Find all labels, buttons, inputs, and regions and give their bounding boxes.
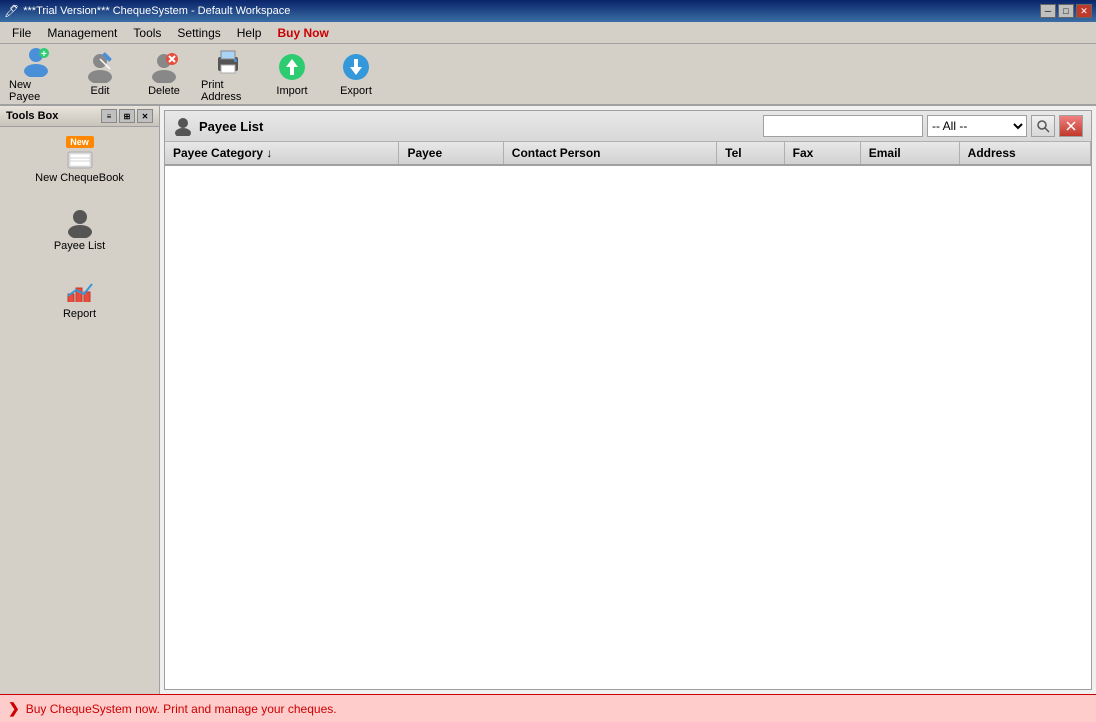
payee-panel-title-text: Payee List [199, 119, 263, 134]
tools-box-close-btn[interactable]: ✕ [137, 109, 153, 123]
print-address-button[interactable]: Print Address [198, 47, 258, 101]
close-button[interactable]: ✕ [1076, 4, 1092, 18]
col-contact-person: Contact Person [503, 142, 716, 165]
edit-icon [84, 51, 116, 83]
status-bar-message: Buy ChequeSystem now. Print and manage y… [26, 702, 337, 716]
report-icon [64, 274, 96, 306]
payee-panel: Payee List -- All -- [164, 110, 1092, 690]
new-chequebook-icon: New [64, 138, 96, 170]
payee-list-label: Payee List [54, 240, 105, 252]
content-area: Payee List -- All -- [160, 106, 1096, 694]
payee-panel-icon [173, 116, 193, 136]
export-icon [340, 51, 372, 83]
import-label: Import [276, 85, 307, 97]
tools-box-grid-btn[interactable]: ⊞ [119, 109, 135, 123]
payee-data-table: Payee Category ↓ Payee Contact Person Te… [165, 142, 1091, 166]
col-payee: Payee [399, 142, 503, 165]
status-bar: ❯ Buy ChequeSystem now. Print and manage… [0, 694, 1096, 722]
new-payee-icon: + [20, 45, 52, 77]
title-bar-controls: ─ □ ✕ [1040, 4, 1092, 18]
search-icon [1036, 119, 1050, 133]
menu-file[interactable]: File [4, 24, 39, 42]
menu-bar: File Management Tools Settings Help Buy … [0, 22, 1096, 44]
delete-icon [148, 51, 180, 83]
payee-panel-header: Payee List -- All -- [165, 111, 1091, 142]
title-bar-text: ***Trial Version*** ChequeSystem - Defau… [23, 5, 290, 17]
toolbar: + New Payee Edit Delete [0, 44, 1096, 106]
new-chequebook-label: New ChequeBook [35, 172, 124, 184]
export-button[interactable]: Export [326, 47, 386, 101]
menu-buy-now[interactable]: Buy Now [269, 24, 336, 42]
status-bar-icon: ❯ [8, 700, 20, 717]
title-bar-left: 🖊 ***Trial Version*** ChequeSystem - Def… [4, 4, 290, 18]
tools-box-title: Tools Box [6, 110, 58, 122]
report-label: Report [63, 308, 96, 320]
main-container: Tools Box ≡ ⊞ ✕ New New [0, 106, 1096, 694]
payee-panel-search: -- All -- [763, 115, 1083, 137]
tools-box-header: Tools Box ≡ ⊞ ✕ [0, 106, 159, 127]
col-payee-category: Payee Category ↓ [165, 142, 399, 165]
title-bar: 🖊 ***Trial Version*** ChequeSystem - Def… [0, 0, 1096, 22]
category-select[interactable]: -- All -- [927, 115, 1027, 137]
search-input[interactable] [763, 115, 923, 137]
new-payee-label: New Payee [9, 79, 63, 103]
menu-management[interactable]: Management [39, 24, 125, 42]
payee-list-icon [64, 206, 96, 238]
tools-box: Tools Box ≡ ⊞ ✕ New New [0, 106, 160, 694]
payee-table: Payee Category ↓ Payee Contact Person Te… [165, 142, 1091, 689]
col-tel: Tel [717, 142, 785, 165]
payee-list-item[interactable]: Payee List [4, 197, 155, 261]
edit-button[interactable]: Edit [70, 47, 130, 101]
col-address: Address [959, 142, 1090, 165]
search-button[interactable] [1031, 115, 1055, 137]
payee-panel-title: Payee List [173, 116, 263, 136]
new-payee-button[interactable]: + New Payee [6, 47, 66, 101]
app-icon: 🖊 [4, 4, 19, 18]
minimize-button[interactable]: ─ [1040, 4, 1056, 18]
menu-help[interactable]: Help [229, 24, 270, 42]
svg-text:+: + [41, 49, 47, 60]
import-button[interactable]: Import [262, 47, 322, 101]
print-icon [212, 45, 244, 77]
delete-button[interactable]: Delete [134, 47, 194, 101]
tools-box-header-controls: ≡ ⊞ ✕ [101, 109, 153, 123]
delete-label: Delete [148, 85, 180, 97]
menu-tools[interactable]: Tools [125, 24, 169, 42]
col-fax: Fax [784, 142, 860, 165]
maximize-button[interactable]: □ [1058, 4, 1074, 18]
report-item[interactable]: Report [4, 265, 155, 329]
table-header-row: Payee Category ↓ Payee Contact Person Te… [165, 142, 1091, 165]
tools-box-list-btn[interactable]: ≡ [101, 109, 117, 123]
new-chequebook-item[interactable]: New New ChequeBook [4, 129, 155, 193]
clear-icon [1065, 120, 1077, 132]
import-icon [276, 51, 308, 83]
col-email: Email [860, 142, 959, 165]
edit-label: Edit [91, 85, 110, 97]
export-label: Export [340, 85, 372, 97]
clear-search-button[interactable] [1059, 115, 1083, 137]
print-address-label: Print Address [201, 79, 255, 103]
menu-settings[interactable]: Settings [169, 24, 228, 42]
